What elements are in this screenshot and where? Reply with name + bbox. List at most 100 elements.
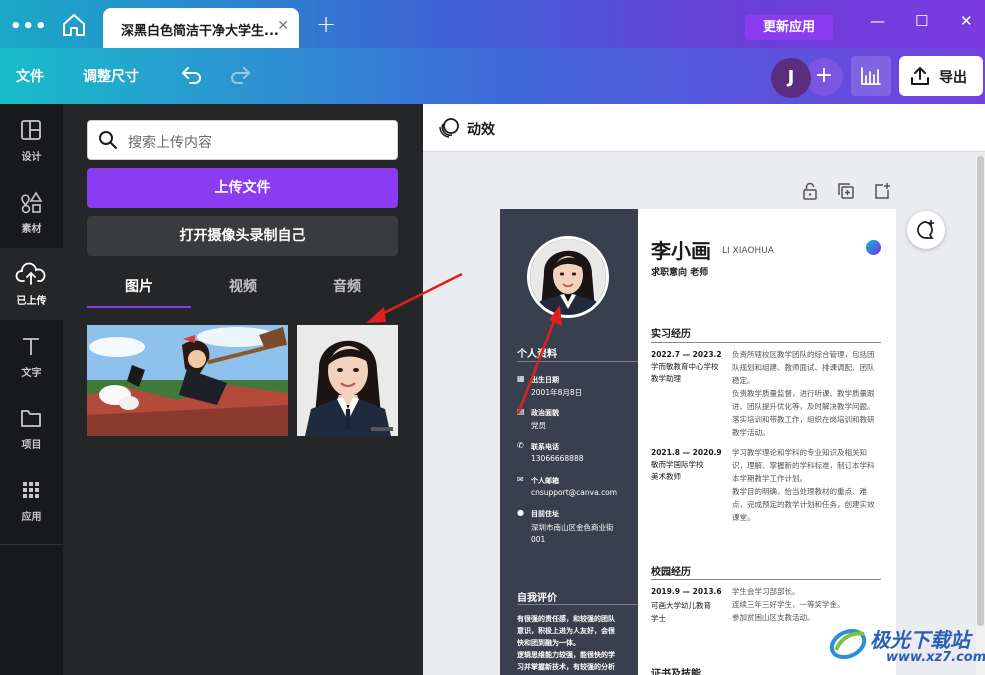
internship-desc: 进、团队提升优化等，及时解决教学问题。 <box>732 402 875 411</box>
watermark: 极光下载站 www.xz7.com <box>826 620 985 670</box>
address-value: 深圳市南山区金色商业街 <box>531 523 614 532</box>
rail-item-text[interactable]: 文字 <box>0 320 63 392</box>
address-value-line2: 001 <box>531 535 546 544</box>
email-value: cnsupport@canva.com <box>531 488 618 497</box>
left-rail: 设计 素材 已上传 文字 项目 应用 <box>0 104 63 675</box>
watermark-logo <box>829 628 867 660</box>
watermark-text: 极光下载站 <box>870 628 970 652</box>
editor-toolbar: 文件 调整尺寸 + J 导出 <box>0 48 985 104</box>
upload-file-button[interactable]: 上传文件 <box>87 168 398 208</box>
shapes-icon <box>0 190 63 214</box>
phone-label: 联系电话 <box>531 443 559 451</box>
title-bar: ••• 深黑白色简洁干净大学生... ✕ + 更新应用 — ☐ ✕ <box>0 0 985 48</box>
campus-degree: 学士 <box>651 614 666 623</box>
new-tab-icon[interactable]: + <box>316 10 336 38</box>
internship-role: 美术教师 <box>651 472 681 481</box>
resize-button[interactable]: 调整尺寸 <box>83 66 139 86</box>
more-menu-icon[interactable]: ••• <box>10 16 48 37</box>
internship-desc: 负责教学质量监督，进行听课、教学质量跟 <box>732 389 875 398</box>
job-intent: 求职意向 老师 <box>651 268 709 278</box>
internship-desc: 落实培训和带教工作，组织在岗培训和教研 <box>732 415 875 424</box>
minimize-icon[interactable]: — <box>870 12 885 30</box>
campus-desc: 连续三年三好学生，一等奖学金。 <box>732 600 845 609</box>
file-menu-button[interactable]: 文件 <box>16 66 44 86</box>
rail-item-design[interactable]: 设计 <box>0 104 63 176</box>
rail-item-elements[interactable]: 素材 <box>0 176 63 248</box>
scrollbar-thumb[interactable] <box>977 156 984 626</box>
tab-images[interactable]: 图片 <box>87 276 191 308</box>
political-status-label: 政治面貌 <box>531 409 559 417</box>
upload-cloud-icon <box>0 262 63 286</box>
canva-logo-icon <box>866 240 881 255</box>
resume-photo[interactable] <box>527 236 609 318</box>
maximize-icon[interactable]: ☐ <box>915 12 928 30</box>
divider <box>651 579 881 580</box>
animation-label[interactable]: 动效 <box>467 119 495 139</box>
apps-grid-icon <box>0 478 63 502</box>
phone-value: 13066668888 <box>531 454 584 463</box>
record-yourself-button[interactable]: 打开摄像头录制自己 <box>87 216 398 256</box>
internship-desc: 课堂。 <box>732 513 755 522</box>
document-tab-title: 深黑白色简洁干净大学生... <box>121 24 279 39</box>
rail-item-projects[interactable]: 项目 <box>0 392 63 464</box>
self-evaluation-line: 快和团到融为一体。 <box>517 639 580 647</box>
internship-heading: 实习经历 <box>651 329 691 340</box>
document-tab[interactable]: 深黑白色简洁干净大学生... ✕ <box>103 8 299 48</box>
divider <box>517 361 638 362</box>
address-label: 目前住址 <box>531 510 559 518</box>
avatar[interactable]: J <box>771 58 811 98</box>
close-tab-icon[interactable]: ✕ <box>277 18 289 34</box>
canvas-scrollbar[interactable] <box>976 156 985 675</box>
internship-desc: 学习教学理论和学科的专业知识及相关知 <box>732 448 867 457</box>
close-window-icon[interactable]: ✕ <box>960 12 973 30</box>
internship-desc: 队规划和组建、教师面试、排课调配、团队 <box>732 363 875 372</box>
update-app-button[interactable]: 更新应用 <box>745 15 833 40</box>
campus-heading: 校园经历 <box>651 567 691 578</box>
search-icon <box>99 131 117 149</box>
rail-item-label: 项目 <box>21 440 42 451</box>
animate-icon[interactable] <box>437 116 461 140</box>
export-label: 导出 <box>939 70 967 86</box>
political-status-value: 党员 <box>531 421 546 430</box>
rail-item-apps[interactable]: 应用 <box>0 464 63 536</box>
home-icon[interactable] <box>60 12 88 38</box>
rail-item-label: 已上传 <box>16 296 47 307</box>
uploaded-image-portrait[interactable] <box>297 325 398 436</box>
add-page-icon[interactable] <box>873 182 891 204</box>
rail-item-label: 文字 <box>21 368 42 379</box>
mail-icon: ✉ <box>517 475 524 484</box>
uploaded-image-anime[interactable] <box>87 325 288 436</box>
uploads-panel: 搜索上传内容 上传文件 打开摄像头录制自己 图片 视频 音频 <box>63 104 423 675</box>
campus-date: 2019.9 — 2013.6 <box>651 587 722 596</box>
birthdate-label: 出生日期 <box>531 376 559 384</box>
resume-name: 李小画 <box>651 239 711 263</box>
insights-icon[interactable] <box>851 56 891 96</box>
export-button[interactable]: 导出 <box>899 56 983 96</box>
self-evaluation-heading: 自我评价 <box>517 593 557 604</box>
phone-icon: ✆ <box>517 441 524 450</box>
rail-item-label: 应用 <box>21 512 42 523</box>
watermark-url: www.xz7.com <box>886 650 985 665</box>
self-evaluation-line: 习并掌握新技术，有较强的分析 <box>517 663 615 671</box>
text-icon <box>0 334 63 358</box>
duplicate-page-icon[interactable] <box>837 182 855 204</box>
add-comment-button[interactable] <box>907 211 945 249</box>
animation-bar: 动效 <box>423 104 985 152</box>
internship-desc: 稳定。 <box>732 376 755 385</box>
campus-org: 可画大学幼儿教育 <box>651 601 711 610</box>
internship-org: 学而敏教育中心学校 <box>651 362 719 371</box>
calendar-icon: ▦ <box>517 374 525 383</box>
layout-icon <box>0 118 63 142</box>
search-input[interactable]: 搜索上传内容 <box>87 120 398 160</box>
self-evaluation-line: 意识，积极上进为人友好，会很 <box>517 627 615 635</box>
redo-icon[interactable] <box>228 63 252 93</box>
tab-videos[interactable]: 视频 <box>191 276 295 308</box>
rail-item-uploads[interactable]: 已上传 <box>0 248 63 320</box>
lock-icon[interactable] <box>801 182 819 204</box>
internship-desc: 教学目的明确，恰当处理教材的重点、难 <box>732 487 867 496</box>
tab-audio[interactable]: 音频 <box>295 276 399 308</box>
undo-icon[interactable] <box>180 63 204 93</box>
upload-icon <box>911 67 929 85</box>
campus-desc: 学生会学习部部长。 <box>732 587 800 596</box>
resume-page[interactable]: 个人资料 ▦ 出生日期 2001年8月8日 ▤ 政治面貌 党员 ✆ 联系电话 1… <box>500 209 896 675</box>
